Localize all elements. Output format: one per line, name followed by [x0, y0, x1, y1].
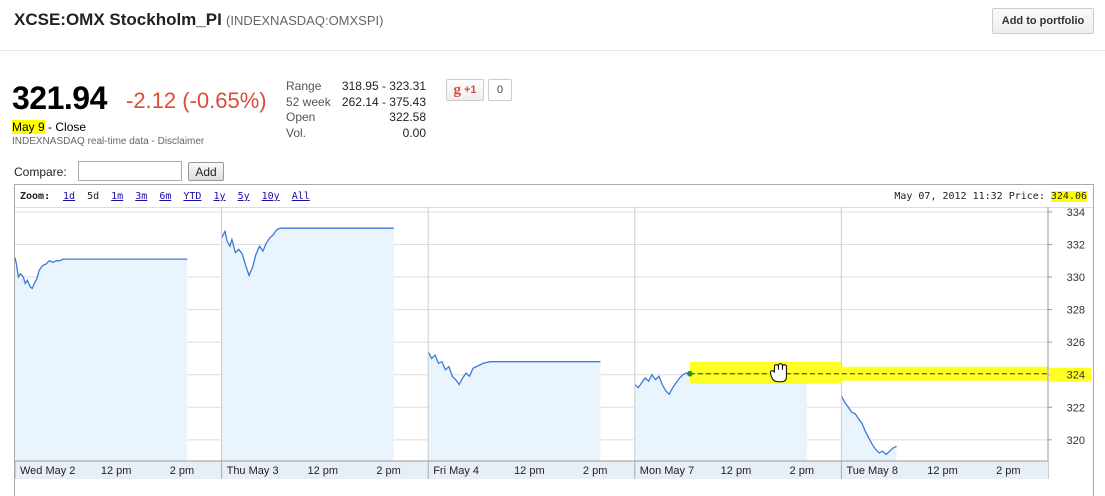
zoom-ytd[interactable]: YTD [183, 191, 201, 202]
quote-date: May 9 [12, 120, 45, 134]
chart-scrollbar[interactable] [15, 479, 1093, 496]
area-fill [221, 228, 394, 461]
x-tick-label: 2 pm [170, 465, 194, 477]
price-readout: May 07, 2012 11:32 Price: 324.06 [894, 191, 1087, 202]
y-tick-label: 332 [1067, 239, 1085, 251]
x-tick-label: Fri May 4 [433, 465, 479, 477]
y-tick-label: 324 [1067, 370, 1085, 382]
stats-table: Range 318.95 - 323.31 52 week 262.14 - 3… [286, 79, 426, 141]
zoom-1m[interactable]: 1m [111, 191, 123, 202]
zoom-all[interactable]: All [292, 191, 310, 202]
y-tick-label: 322 [1067, 402, 1085, 414]
highlight-band [841, 366, 1048, 381]
stat-label: Range [286, 79, 322, 93]
stat-row-52week: 52 week 262.14 - 375.43 [286, 95, 426, 111]
x-tick-label: 12 pm [307, 465, 338, 477]
y-tick-label: 330 [1067, 272, 1085, 284]
x-tick-label: Mon May 7 [640, 465, 694, 477]
google-plus-one-button[interactable]: g +1 [446, 79, 484, 101]
x-tick-label: 12 pm [101, 465, 132, 477]
highlight-band [689, 361, 842, 384]
zoom-5y[interactable]: 5y [238, 191, 250, 202]
y-tick-label: 320 [1067, 435, 1085, 447]
zoom-6m[interactable]: 6m [159, 191, 171, 202]
zoom-1d[interactable]: 1d [63, 191, 75, 202]
x-tick-label: Tue May 8 [846, 465, 898, 477]
stat-row-open: Open 322.58 [286, 110, 426, 126]
header-bar: XCSE:OMX Stockholm_PI (INDEXNASDAQ:OMXSP… [0, 0, 1105, 51]
zoom-options: 1d 5d 1m 3m 6m YTD 1y 5y 10y All [63, 191, 316, 202]
compare-input[interactable] [78, 161, 182, 181]
stat-row-volume: Vol. 0.00 [286, 126, 426, 142]
readout-price: 324.06 [1050, 191, 1087, 202]
plus-one-label: +1 [463, 84, 477, 96]
quote-date-line: May 9 - Close [12, 120, 86, 134]
page-title: XCSE:OMX Stockholm_PI [14, 10, 222, 29]
y-tick-label: 334 [1067, 207, 1085, 219]
y-tick-label: 326 [1067, 337, 1085, 349]
google-plus-icon: g [453, 81, 461, 98]
plus-one-count: 0 [488, 79, 512, 101]
price-chart[interactable]: 320 322 324 326 328 330 332 334 Wed May 2 12 pm 2 … [15, 207, 1093, 479]
stat-row-range: Range 318.95 - 323.31 [286, 79, 426, 95]
compare-label: Compare: [14, 165, 67, 179]
stat-value: 322.58 [389, 110, 426, 124]
x-tick-label: 12 pm [721, 465, 752, 477]
current-price: 321.94 [12, 80, 107, 116]
stat-label: 52 week [286, 94, 331, 109]
stat-label: Open [286, 110, 316, 124]
area-fill [841, 395, 897, 461]
ticker-symbol: (INDEXNASDAQ:OMXSPI) [226, 13, 384, 28]
x-tick-label: 12 pm [514, 465, 545, 477]
zoom-1y[interactable]: 1y [213, 191, 225, 202]
chart-toolbar: Zoom: 1d 5d 1m 3m 6m YTD 1y 5y 10y All M… [15, 185, 1093, 208]
price-change: -2.12 (-0.65%) [126, 88, 267, 113]
add-to-portfolio-button[interactable]: Add to portfolio [992, 8, 1094, 34]
compare-add-button[interactable]: Add [188, 162, 224, 181]
zoom-5d[interactable]: 5d [87, 191, 99, 202]
x-tick-label: 2 pm [583, 465, 607, 477]
x-tick-label: 2 pm [376, 465, 400, 477]
close-label: - Close [48, 120, 87, 134]
area-fill [634, 373, 807, 461]
x-tick-label: 12 pm [927, 465, 958, 477]
stat-value: 318.95 - 323.31 [341, 79, 426, 93]
zoom-label: Zoom: [20, 191, 51, 202]
price-marker [687, 370, 693, 377]
readout-datetime: May 07, 2012 11:32 Price: [894, 191, 1045, 202]
stat-value: 262.14 - 375.43 [341, 94, 426, 109]
stat-label: Vol. [286, 125, 307, 140]
x-tick-label: 2 pm [996, 465, 1020, 477]
data-source-disclaimer[interactable]: INDEXNASDAQ real-time data - Disclaimer [12, 136, 204, 147]
x-tick-label: Wed May 2 [20, 465, 75, 477]
area-fill [428, 351, 601, 461]
zoom-3m[interactable]: 3m [135, 191, 147, 202]
area-fill [15, 257, 188, 461]
x-tick-label: 2 pm [790, 465, 814, 477]
x-tick-label: Thu May 3 [227, 465, 279, 477]
stat-value: 0.00 [402, 125, 426, 140]
zoom-10y[interactable]: 10y [262, 191, 280, 202]
y-tick-label: 328 [1067, 305, 1085, 317]
